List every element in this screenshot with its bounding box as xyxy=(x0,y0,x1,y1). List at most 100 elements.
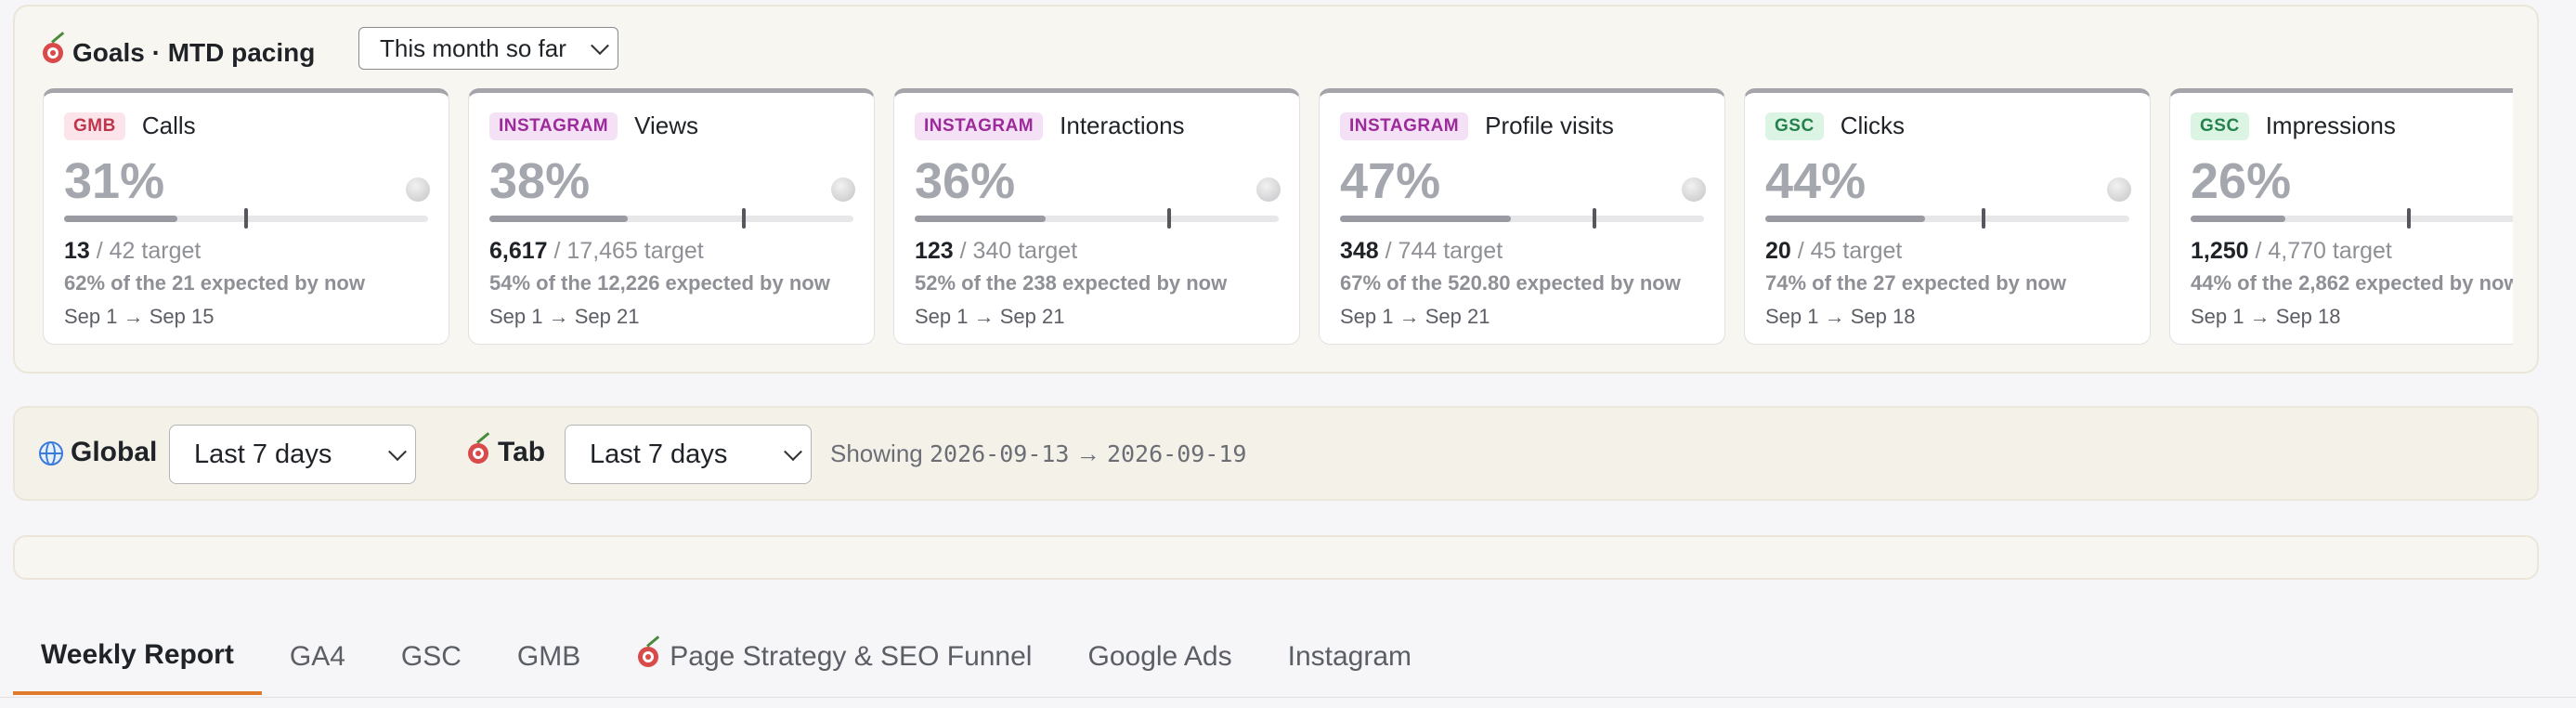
tab-google-ads-label: Google Ads xyxy=(1087,641,1232,672)
goal-card-head: GSC Clicks xyxy=(1765,111,1905,140)
goal-card-head: GMB Calls xyxy=(64,111,196,140)
progress-track xyxy=(1765,208,2129,229)
target-text: / 45 target xyxy=(1790,238,1903,264)
expected-marker xyxy=(1167,208,1172,229)
pacing-percent: 31% xyxy=(64,153,165,209)
date-range: Sep 1 → Sep 18 xyxy=(2191,305,2341,328)
showing-range: Showing 2026-09-13 → 2026-09-19 xyxy=(830,439,1246,468)
tab-weekly-report[interactable]: Weekly Report xyxy=(13,619,262,695)
source-badge: GSC xyxy=(1765,111,1824,140)
tab-label: Tab xyxy=(498,437,546,467)
goals-title-text: Goals · MTD pacing xyxy=(72,38,316,67)
date-range: Sep 1 → Sep 21 xyxy=(1340,305,1490,328)
metric-name: Impressions xyxy=(2265,111,2396,139)
expected-text: 62% of the 21 expected by now xyxy=(64,271,365,295)
expected-marker xyxy=(1982,208,1986,229)
goal-card-head: INSTAGRAM Views xyxy=(489,111,698,140)
source-badge: GSC xyxy=(2191,111,2249,140)
date-range: Sep 1 → Sep 15 xyxy=(64,305,215,328)
tab-instagram[interactable]: Instagram xyxy=(1260,619,1439,695)
global-label: Global xyxy=(71,437,158,467)
range-arrow: → xyxy=(1069,439,1107,467)
expected-text: 74% of the 27 expected by now xyxy=(1765,271,2066,295)
pacing-percent: 36% xyxy=(915,153,1016,209)
metric-name: Clicks xyxy=(1840,111,1906,139)
date-range: Sep 1 → Sep 21 xyxy=(489,305,640,328)
actual-value: 1,250 xyxy=(2191,238,2249,264)
source-badge: INSTAGRAM xyxy=(1340,111,1469,140)
actual-vs-target: 348 / 744 target xyxy=(1340,238,1503,265)
tab-range-value: Last 7 days xyxy=(590,439,728,469)
tab-ga4[interactable]: GA4 xyxy=(262,619,373,695)
chevron-down-icon xyxy=(591,36,609,56)
chevron-down-icon xyxy=(388,442,407,462)
tab-gmb[interactable]: GMB xyxy=(489,619,608,695)
target-text: / 42 target xyxy=(89,238,202,264)
expected-text: 54% of the 12,226 expected by now xyxy=(489,271,830,295)
tab-weekly-report-label: Weekly Report xyxy=(41,639,234,670)
expected-text: 44% of the 2,862 expected by now xyxy=(2191,271,2513,295)
pacing-percent: 26% xyxy=(2191,153,2292,209)
tab-range-select[interactable]: Last 7 days xyxy=(565,425,812,484)
goal-card-head: GSC Impressions xyxy=(2191,111,2396,140)
goals-header: Goals · MTD pacing xyxy=(41,29,315,77)
goal-cards-row: GMB Calls 31% 13 / 42 target 62% of the … xyxy=(43,88,2513,348)
progress-track xyxy=(1340,208,1704,229)
progress-fill xyxy=(489,216,628,222)
goal-card-interactions[interactable]: INSTAGRAM Interactions 36% 123 / 340 tar… xyxy=(893,88,1300,345)
period-select-value: This month so far xyxy=(380,33,566,62)
progress-fill xyxy=(2191,216,2285,222)
global-range-select[interactable]: Last 7 days xyxy=(169,425,416,484)
expected-marker xyxy=(244,208,248,229)
source-badge: GMB xyxy=(64,111,125,140)
target-text: / 744 target xyxy=(1378,238,1503,264)
goal-card-views[interactable]: INSTAGRAM Views 38% 6,617 / 17,465 targe… xyxy=(468,88,875,345)
actual-vs-target: 20 / 45 target xyxy=(1765,238,1902,265)
goal-card-impressions[interactable]: GSC Impressions 26% 1,250 / 4,770 target… xyxy=(2169,88,2513,345)
status-dot-icon xyxy=(1256,177,1281,202)
goal-card-calls[interactable]: GMB Calls 31% 13 / 42 target 62% of the … xyxy=(43,88,449,345)
target-text: / 4,770 target xyxy=(2248,238,2392,264)
actual-vs-target: 1,250 / 4,770 target xyxy=(2191,238,2392,265)
globe-icon xyxy=(39,441,63,465)
goal-card-clicks[interactable]: GSC Clicks 44% 20 / 45 target 74% of the… xyxy=(1744,88,2151,345)
pacing-percent: 44% xyxy=(1765,153,1867,209)
date-range: Sep 1 → Sep 21 xyxy=(915,305,1065,328)
period-select[interactable]: This month so far xyxy=(358,27,618,70)
metric-name: Calls xyxy=(141,111,196,139)
progress-track xyxy=(64,208,428,229)
goal-card-head: INSTAGRAM Interactions xyxy=(915,111,1185,140)
status-dot-icon xyxy=(2107,177,2131,202)
progress-track xyxy=(489,208,853,229)
expected-marker xyxy=(2407,208,2412,229)
report-tabs: Weekly Report GA4 GSC GMB Page Strategy … xyxy=(13,619,1439,697)
tab-google-ads[interactable]: Google Ads xyxy=(1060,619,1259,695)
target-text: / 340 target xyxy=(953,238,1078,264)
actual-value: 13 xyxy=(64,238,90,264)
empty-toolbar xyxy=(13,535,2539,580)
tab-gsc[interactable]: GSC xyxy=(373,619,489,695)
global-range-value: Last 7 days xyxy=(194,439,332,469)
tab-page-strategy[interactable]: Page Strategy & SEO Funnel xyxy=(608,619,1060,695)
start-date: 2026-09-13 xyxy=(929,440,1070,467)
tab-gsc-label: GSC xyxy=(400,641,462,672)
end-date: 2026-09-19 xyxy=(1106,440,1247,467)
goal-card-head: INSTAGRAM Profile visits xyxy=(1340,111,1614,140)
showing-prefix: Showing xyxy=(830,439,930,467)
metric-name: Interactions xyxy=(1060,111,1185,139)
actual-vs-target: 13 / 42 target xyxy=(64,238,201,265)
progress-track xyxy=(915,208,1279,229)
expected-text: 67% of the 520.80 expected by now xyxy=(1340,271,1681,295)
progress-track xyxy=(2191,208,2513,229)
progress-fill xyxy=(1340,216,1512,222)
goal-card-profile-visits[interactable]: INSTAGRAM Profile visits 47% 348 / 744 t… xyxy=(1319,88,1725,345)
progress-fill xyxy=(1765,216,1926,222)
pacing-percent: 38% xyxy=(489,153,591,209)
metric-name: Views xyxy=(634,111,699,139)
goals-title: Goals · MTD pacing xyxy=(41,32,316,68)
status-dot-icon xyxy=(406,177,430,202)
tab-ga4-label: GA4 xyxy=(289,641,345,672)
tabs-divider xyxy=(0,697,2576,698)
metric-name: Profile visits xyxy=(1485,111,1614,139)
actual-vs-target: 123 / 340 target xyxy=(915,238,1077,265)
